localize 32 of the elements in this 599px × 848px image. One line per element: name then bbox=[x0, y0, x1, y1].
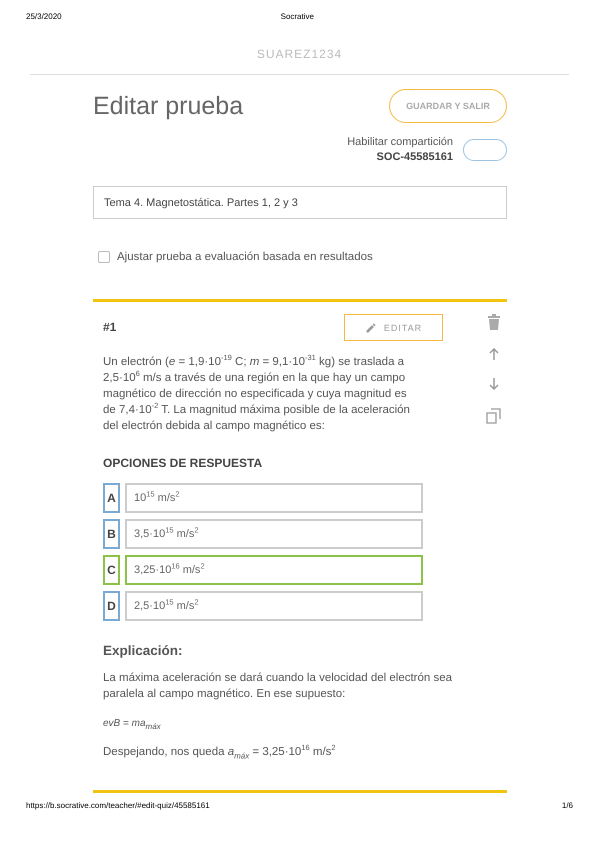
option-letter: C bbox=[103, 555, 120, 585]
answer-option[interactable]: 10$^{15}$ m/s$^{2}$ bbox=[125, 483, 423, 513]
room-name: SUAREZ1234 bbox=[256, 47, 344, 61]
page-url: https://b.socrative.com/teacher/#edit-quiz/45585161 bbox=[26, 801, 210, 810]
pencil-icon bbox=[364, 322, 377, 334]
arrow-down-icon[interactable] bbox=[489, 378, 499, 390]
page-number: 1/6 bbox=[562, 801, 573, 810]
arrow-up-icon[interactable] bbox=[489, 348, 499, 360]
answer-option[interactable]: 3,25·10$^{16}$ m/s$^{2}$ bbox=[125, 555, 423, 585]
option-letter: B bbox=[103, 519, 120, 549]
sharing-label: Habilitar compartición bbox=[347, 135, 453, 150]
print-date: 25/3/2020 bbox=[26, 12, 62, 23]
answer-option[interactable]: 2,5·10$^{15}$ m/s$^{2}$ bbox=[125, 591, 423, 621]
formula: evB = ma$_{máx}$ bbox=[103, 717, 162, 732]
question-text: Un electrón (e = 1,9·10$^{-19}$ C; m = 9,1·10$^{-31}$ kg) se traslada a 2,5·10$^{6}$ m/s a través de una región en la que hay un campo magnético de dirección no especificada y cuya magnitud es de 7,4·10$^{-2}$ T. La magnitud máxima posible de la aceleración del electrón debida al campo magnético es: bbox=[103, 354, 411, 434]
question-number: #1 bbox=[103, 320, 116, 334]
page-title: Socrative bbox=[280, 12, 314, 23]
option-letter: D bbox=[103, 591, 120, 621]
quiz-name-field[interactable]: Tema 4. Magnetostática. Partes 1, 2 y 3 bbox=[93, 186, 507, 219]
page-heading: Editar prueba bbox=[93, 92, 244, 120]
explanation-text: La máxima aceleración se dará cuando la velocidad del electrón sea paralela al campo magnético. En ese supuesto: bbox=[103, 671, 454, 702]
answer-option[interactable]: 3,5·10$^{15}$ m/s$^{2}$ bbox=[125, 519, 423, 549]
share-code: SOC-45585161 bbox=[376, 150, 453, 165]
trash-icon[interactable] bbox=[487, 314, 501, 330]
explanation-heading: Explicación: bbox=[103, 643, 184, 658]
checkbox-label: Ajustar prueba a evaluación basada en resultados bbox=[117, 251, 373, 263]
option-letter: A bbox=[103, 483, 120, 513]
checkbox[interactable] bbox=[98, 251, 110, 263]
options-heading: OPCIONES DE RESPUESTA bbox=[103, 456, 264, 470]
explanation-text: Despejando, nos queda a$_{máx}$ = 3,25·10$^{16}$ m/s$^{2}$ bbox=[103, 744, 337, 760]
copy-icon[interactable] bbox=[486, 408, 502, 424]
sharing-toggle[interactable] bbox=[463, 139, 507, 161]
